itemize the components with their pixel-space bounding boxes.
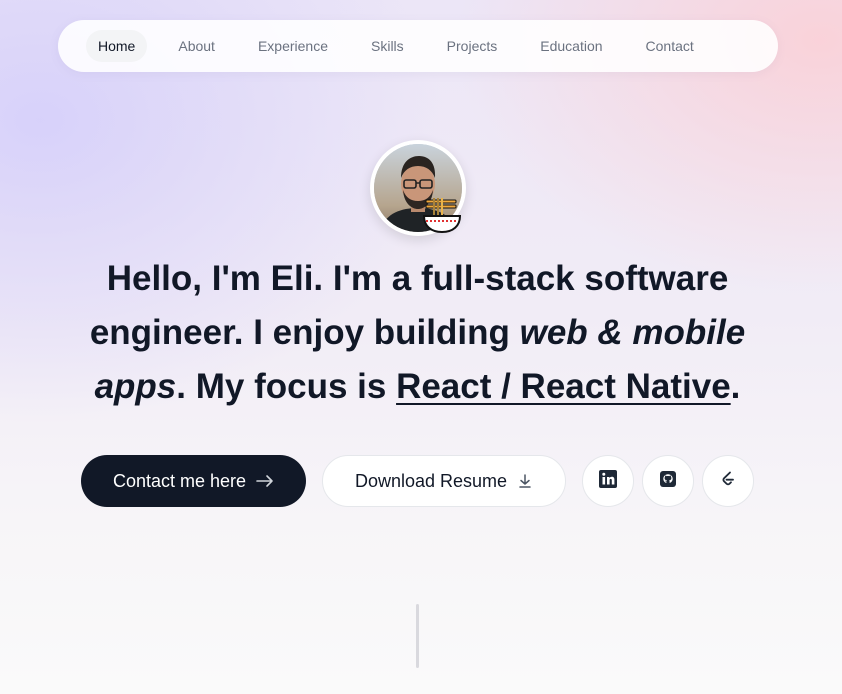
avatar-container: [370, 140, 466, 236]
nav-experience[interactable]: Experience: [246, 30, 340, 62]
linkedin-button[interactable]: [582, 455, 634, 507]
nav-skills[interactable]: Skills: [359, 30, 416, 62]
arrow-right-icon: [256, 474, 274, 488]
github-icon: [659, 470, 677, 493]
nav-projects[interactable]: Projects: [435, 30, 510, 62]
contact-button-label: Contact me here: [112, 470, 247, 491]
nav-contact[interactable]: Contact: [634, 30, 706, 62]
focus-text: React / React Native: [396, 367, 731, 406]
github-button[interactable]: [642, 455, 694, 507]
nav-education[interactable]: Education: [528, 30, 614, 62]
leetcode-icon: [719, 470, 737, 493]
headline-fragment: I'm a: [323, 259, 421, 298]
nav-home[interactable]: Home: [86, 30, 148, 62]
leetcode-button[interactable]: [702, 455, 754, 507]
download-resume-button[interactable]: Download Resume: [322, 455, 566, 507]
download-icon: [517, 473, 533, 489]
headline-fragment: . My focus is: [176, 367, 397, 406]
contact-button[interactable]: Contact me here: [81, 455, 306, 507]
greeting-text: Hello, I'm Eli.: [106, 259, 324, 298]
scroll-indicator: [416, 604, 419, 668]
hero-headline: Hello, I'm Eli. I'm a full-stack softwar…: [60, 252, 775, 414]
headline-fragment: I enjoy building: [243, 313, 520, 352]
download-resume-label: Download Resume: [354, 470, 508, 491]
linkedin-icon: [598, 469, 618, 494]
nav-about[interactable]: About: [166, 30, 227, 62]
top-navbar: Home About Experience Skills Projects Ed…: [58, 20, 778, 72]
ramen-bowl-icon: [420, 192, 464, 236]
headline-fragment: .: [730, 367, 741, 406]
